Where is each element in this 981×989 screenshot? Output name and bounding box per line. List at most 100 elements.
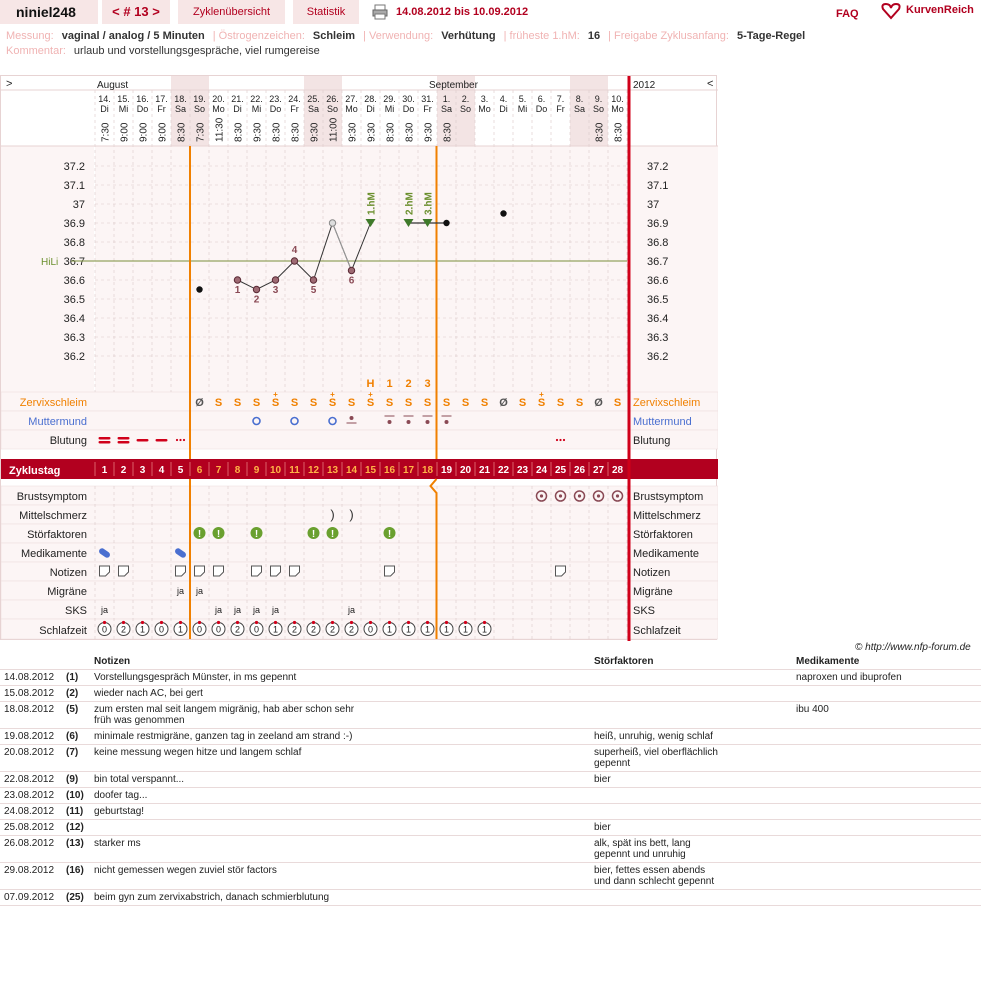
hm-label: 1.hM	[367, 192, 378, 215]
note-stoer	[590, 889, 780, 906]
note-stoer: alk, spät ins bett, lang gepennt und unr…	[590, 835, 780, 863]
row-label-left: Störfaktoren	[27, 529, 87, 541]
migraine-value: ja	[176, 586, 184, 596]
time-label: 9:30	[310, 122, 321, 142]
note-text-inner: doofer tag...	[94, 790, 148, 801]
weekday-label: Do	[536, 104, 548, 114]
row-label-left: Medikamente	[21, 548, 87, 560]
faq-link[interactable]: FAQ	[836, 8, 859, 20]
date-label: 30.	[402, 94, 415, 104]
note-text-inner: keine messung wegen hitze und langem sch…	[94, 747, 302, 758]
temp-point	[500, 210, 507, 217]
cycle-day-number: 4	[159, 465, 165, 476]
note-text: doofer tag...	[90, 787, 590, 804]
bleeding-spotting-icon	[182, 438, 186, 442]
sleep-value: 0	[254, 625, 259, 635]
row-bg	[0, 410, 719, 431]
stoerfaktoren-header: Störfaktoren	[590, 654, 780, 670]
notes-row: 23.08.2012 (10) doofer tag...	[0, 787, 981, 804]
y-tick-label: 36.6	[647, 275, 668, 287]
weekday-label: Mi	[252, 104, 262, 114]
weekday-label: Fr	[290, 104, 299, 114]
print-icon[interactable]	[372, 4, 388, 20]
sleep-value: 2	[292, 625, 297, 635]
sleep-value: 1	[444, 625, 449, 635]
note-date: 18.08.2012	[0, 701, 62, 729]
bleeding-strong-icon	[117, 437, 130, 440]
cycle-day-number: 3	[140, 465, 146, 476]
y-tick-label: 36.6	[64, 275, 85, 287]
row-bg	[0, 599, 719, 620]
note-date: 15.08.2012	[0, 685, 62, 702]
peak-label: H	[367, 378, 375, 390]
brand-name[interactable]: KurvenReich	[906, 4, 974, 16]
row-label-right: Schlafzeit	[633, 625, 681, 637]
cervix-value: S	[443, 397, 450, 409]
note-date: 14.08.2012	[0, 669, 62, 686]
time-label: 8:30	[443, 122, 454, 142]
y-tick-label: 36.5	[64, 294, 85, 306]
note-stoer-inner: bier, fettes essen abends und dann schle…	[594, 865, 715, 887]
row-label-left: Schlafzeit	[39, 625, 87, 637]
disturbance-icon-mark: !	[198, 529, 201, 540]
meta-value: 5-Tage-Regel	[736, 30, 806, 42]
weekday-label: Mo	[212, 104, 225, 114]
note-text: zum ersten mal seit langem migränig, hab…	[90, 701, 590, 729]
row-label-right: Medikamente	[633, 548, 699, 560]
note-stoer-inner: bier	[594, 774, 611, 785]
note-day: (13)	[62, 835, 90, 863]
disturbance-icon-mark: !	[217, 529, 220, 540]
time-label: 8:30	[177, 122, 188, 142]
sleep-value: 1	[425, 625, 430, 635]
note-date: 29.08.2012	[0, 862, 62, 890]
cycle-day-number: 12	[308, 465, 320, 476]
date-label: 4.	[500, 94, 508, 104]
nav-left-arrow[interactable]: >	[6, 78, 12, 90]
weekday-label: Sa	[175, 104, 186, 114]
cervix-plus: +	[330, 390, 335, 399]
comment-line: Kommentar: urlaub und vorstellungsgespräc…	[6, 45, 328, 57]
date-label: 19.	[193, 94, 206, 104]
notes-row: 15.08.2012 (2) wieder nach AC, bei gert	[0, 685, 981, 702]
notes-row: 19.08.2012 (6) minimale restmigräne, ganze…	[0, 728, 981, 745]
date-label: 10.	[611, 94, 624, 104]
row-label-right: Brustsymptom	[633, 491, 703, 503]
y-tick-label: 37.2	[64, 161, 85, 173]
cycle-nav[interactable]: < # 13 >	[102, 0, 170, 24]
weekday-label: Sa	[308, 104, 319, 114]
y-tick-label: 36.4	[647, 313, 668, 325]
low-temp-label: 3	[273, 285, 279, 296]
peak-label: 3	[424, 378, 430, 390]
note-text: beim gyn zum zervixabstrich, danach schm…	[90, 889, 590, 906]
cervix-value: S	[424, 397, 431, 409]
weekday-label: Di	[100, 104, 109, 114]
cycle-day-number: 20	[460, 465, 472, 476]
nav-right-arrow[interactable]: <	[707, 78, 713, 90]
time-label: 9:00	[158, 122, 169, 142]
note-day: (16)	[62, 862, 90, 890]
note-stoer: bier, fettes essen abends und dann schle…	[590, 862, 780, 890]
bleeding-medium-icon	[155, 439, 168, 442]
disturbance-icon-mark: !	[331, 529, 334, 540]
cycle-day-number: 27	[593, 465, 605, 476]
cervix-value: S	[234, 397, 241, 409]
note-stoer: bier	[590, 819, 780, 836]
date-label: 20.	[212, 94, 225, 104]
cervix-value: S	[253, 397, 260, 409]
sleep-value: 2	[330, 625, 335, 635]
temp-point	[233, 276, 242, 284]
time-label: 9:30	[253, 122, 264, 142]
notes-table: Notizen Störfaktoren Medikamente 14.08.2…	[0, 654, 981, 906]
weekday-label: Mo	[611, 104, 624, 114]
note-med	[780, 787, 981, 804]
note-text	[90, 819, 590, 836]
row-label-left: Muttermund	[28, 416, 87, 428]
weekday-label: Do	[403, 104, 415, 114]
time-label: 9:00	[139, 122, 150, 142]
tab-statistik[interactable]: Statistik	[293, 0, 359, 24]
date-label: 18.	[174, 94, 187, 104]
tab-zyklenuebersicht[interactable]: Zyklenübersicht	[178, 0, 285, 24]
note-day: (6)	[62, 728, 90, 745]
date-label: 28.	[364, 94, 377, 104]
cycle-day-number: 9	[254, 465, 260, 476]
